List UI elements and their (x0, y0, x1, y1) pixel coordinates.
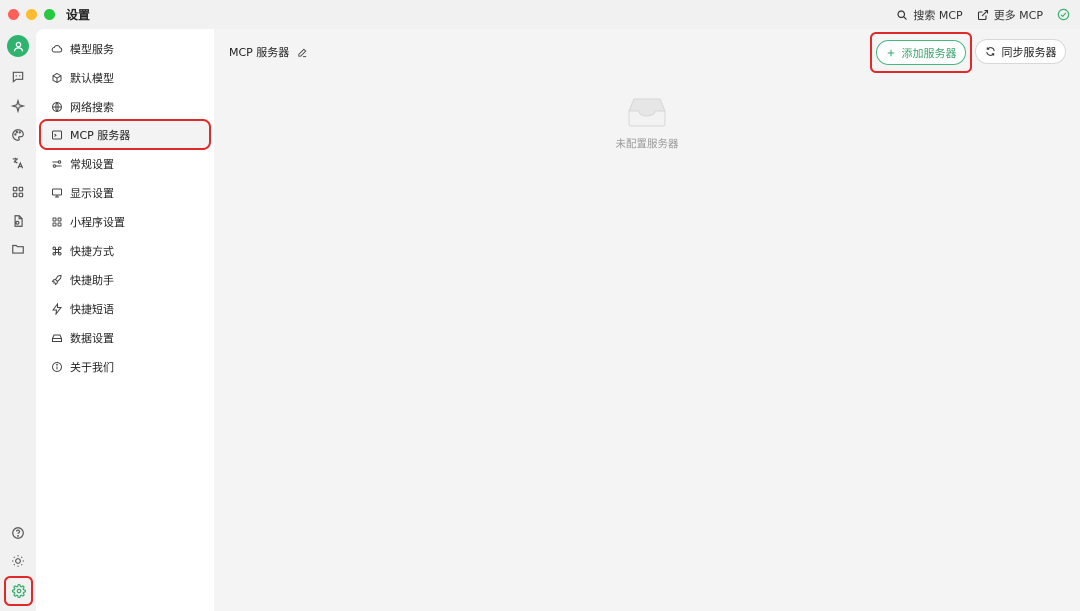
nav-item-quick-phrases[interactable]: 快捷短语 (43, 294, 207, 323)
plus-icon (887, 49, 894, 56)
rail-translate-button[interactable] (7, 152, 29, 174)
globe-icon (52, 101, 62, 112)
terminal-icon (52, 130, 62, 139)
status-indicator[interactable] (1057, 8, 1070, 21)
rail-paint-button[interactable] (7, 124, 29, 146)
window-title: 设置 (66, 8, 91, 22)
translate-icon (12, 157, 24, 169)
empty-state-text: 未配置服务器 (615, 138, 679, 150)
nav-item-label: 网络搜索 (70, 100, 114, 114)
nav-item-data-settings[interactable]: 数据设置 (43, 323, 207, 352)
search-mcp-button[interactable]: 搜索 MCP (896, 7, 963, 23)
settings-icon (11, 584, 26, 598)
rail-chat-button[interactable] (7, 66, 29, 88)
search-mcp-label: 搜索 MCP (913, 8, 963, 22)
help-icon (12, 527, 24, 539)
nav-item-label: 小程序设置 (70, 215, 125, 229)
check-circle-icon (1057, 8, 1070, 21)
nav-item-label: 默认模型 (70, 71, 114, 85)
close-window-button[interactable] (8, 9, 19, 20)
sun-icon (12, 555, 24, 567)
cloud-icon (51, 44, 63, 52)
more-mcp-button[interactable]: 更多 MCP (977, 7, 1043, 23)
sliders-icon (52, 159, 62, 168)
rail-folder-button[interactable] (7, 238, 29, 260)
refresh-icon (985, 47, 995, 56)
monitor-icon (52, 188, 62, 197)
rail-help-button[interactable] (7, 522, 29, 544)
user-icon (13, 41, 23, 51)
title-actions: 搜索 MCP 更多 MCP (896, 0, 1070, 29)
rail-apps-button[interactable] (7, 181, 29, 203)
cube-icon (52, 72, 62, 83)
title-bar: 设置 搜索 MCP 更多 MCP (0, 0, 1080, 29)
add-server-button[interactable]: 添加服务器 (876, 40, 966, 65)
external-link-icon (977, 9, 988, 20)
nav-item-label: 显示设置 (70, 186, 114, 200)
inbox-icon (628, 98, 666, 127)
nav-item-label: 常规设置 (70, 157, 114, 171)
document-icon (14, 215, 23, 227)
rail-settings-button[interactable] (4, 576, 33, 606)
settings-nav: 模型服务 默认模型 网络搜索 MCP 服务器 常规设置 显示设置 小程序设置 快… (36, 29, 214, 611)
sync-servers-label: 同步服务器 (1001, 45, 1057, 59)
rail-theme-button[interactable] (7, 550, 29, 572)
icon-rail (0, 29, 36, 611)
sync-servers-button[interactable]: 同步服务器 (975, 39, 1066, 64)
nav-item-label: 数据设置 (70, 331, 114, 345)
nav-item-shortcuts[interactable]: 快捷方式 (43, 236, 207, 265)
nav-item-quick-assistant[interactable]: 快捷助手 (43, 265, 207, 294)
hard-drive-icon (52, 334, 62, 342)
rail-assistant-button[interactable] (7, 95, 29, 117)
nav-item-model-service[interactable]: 模型服务 (43, 34, 207, 63)
rocket-icon (51, 274, 62, 285)
nav-item-label: 快捷助手 (70, 273, 114, 287)
nav-item-label: 快捷方式 (70, 244, 114, 258)
sparkle-icon (11, 99, 25, 113)
edit-icon[interactable] (297, 47, 308, 58)
nav-item-label: 模型服务 (70, 42, 114, 56)
search-icon (897, 9, 908, 20)
add-server-label: 添加服务器 (901, 46, 957, 60)
grid-icon (52, 217, 62, 226)
nav-item-default-model[interactable]: 默认模型 (43, 63, 207, 92)
chat-icon (12, 71, 24, 83)
nav-item-general-settings[interactable]: 常规设置 (43, 149, 207, 178)
page-header: MCP 服务器 (229, 44, 308, 60)
info-icon (52, 361, 62, 372)
folder-icon (12, 244, 24, 254)
window-controls (8, 9, 55, 20)
zap-icon (52, 302, 63, 315)
minimize-window-button[interactable] (26, 9, 37, 20)
nav-item-label: 快捷短语 (70, 302, 114, 316)
add-server-highlight: 添加服务器 (870, 32, 972, 73)
nav-item-about[interactable]: 关于我们 (43, 352, 207, 381)
command-icon (52, 246, 62, 255)
nav-item-label: 关于我们 (70, 360, 114, 374)
nav-item-web-search[interactable]: 网络搜索 (43, 92, 207, 121)
nav-item-mcp-servers[interactable]: MCP 服务器 (39, 119, 211, 150)
avatar[interactable] (7, 35, 29, 57)
nav-item-display-settings[interactable]: 显示设置 (43, 178, 207, 207)
nav-item-miniapp-settings[interactable]: 小程序设置 (43, 207, 207, 236)
rail-files-button[interactable] (7, 210, 29, 232)
maximize-window-button[interactable] (44, 9, 55, 20)
empty-state: 未配置服务器 (597, 95, 697, 151)
grid-apps-icon (12, 186, 24, 198)
main-panel: MCP 服务器 添加服务器 同步服务器 未配置服务器 (214, 29, 1080, 611)
nav-item-label: MCP 服务器 (70, 128, 131, 142)
palette-icon (12, 129, 24, 141)
page-title: MCP 服务器 (229, 46, 290, 59)
more-mcp-label: 更多 MCP (993, 8, 1043, 22)
